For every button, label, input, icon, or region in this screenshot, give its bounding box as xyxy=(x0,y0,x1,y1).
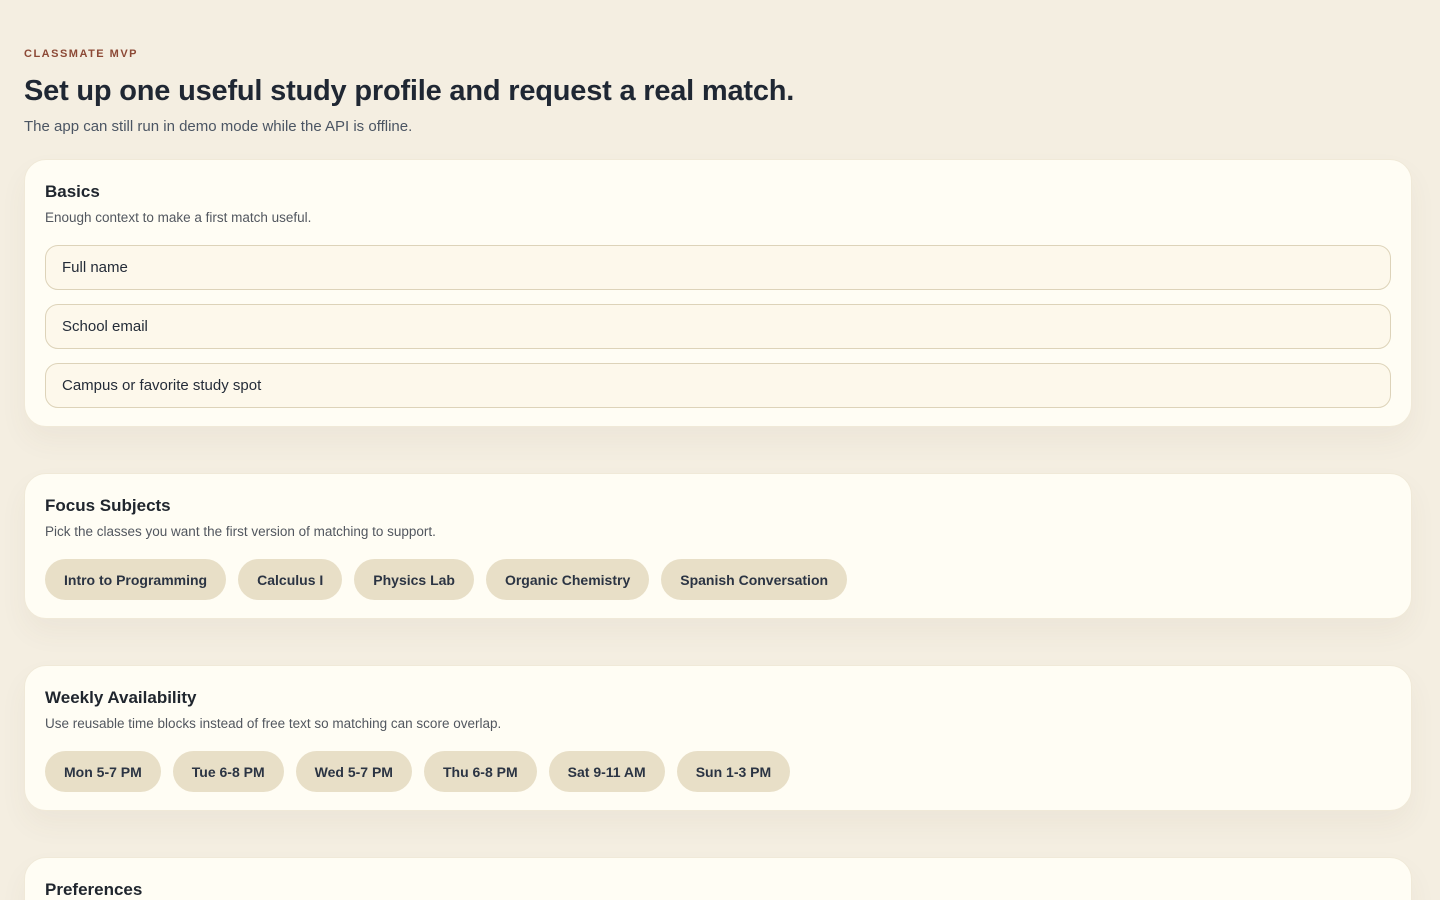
timeblock-chip-thu[interactable]: Thu 6-8 PM xyxy=(424,751,537,792)
preferences-title: Preferences xyxy=(45,880,1391,900)
subject-chip-physics-lab[interactable]: Physics Lab xyxy=(354,559,474,600)
timeblock-chip-wed[interactable]: Wed 5-7 PM xyxy=(296,751,412,792)
page-header: CLASSMATE MVP Set up one useful study pr… xyxy=(24,48,1412,135)
focus-subjects-card: Focus Subjects Pick the classes you want… xyxy=(24,473,1412,619)
eyebrow: CLASSMATE MVP xyxy=(24,48,1412,60)
focus-subjects-description: Pick the classes you want the first vers… xyxy=(45,524,1391,539)
timeblock-chip-sat[interactable]: Sat 9-11 AM xyxy=(549,751,665,792)
availability-card: Weekly Availability Use reusable time bl… xyxy=(24,665,1412,811)
full-name-input[interactable] xyxy=(45,245,1391,290)
basics-title: Basics xyxy=(45,182,1391,202)
focus-subjects-title: Focus Subjects xyxy=(45,496,1391,516)
school-email-input[interactable] xyxy=(45,304,1391,349)
basics-description: Enough context to make a first match use… xyxy=(45,210,1391,225)
subject-chip-row: Intro to Programming Calculus I Physics … xyxy=(45,559,1391,600)
timeblock-chip-mon[interactable]: Mon 5-7 PM xyxy=(45,751,161,792)
availability-title: Weekly Availability xyxy=(45,688,1391,708)
subject-chip-intro-to-programming[interactable]: Intro to Programming xyxy=(45,559,226,600)
timeblock-chip-row: Mon 5-7 PM Tue 6-8 PM Wed 5-7 PM Thu 6-8… xyxy=(45,751,1391,792)
availability-description: Use reusable time blocks instead of free… xyxy=(45,716,1391,731)
subject-chip-calculus-i[interactable]: Calculus I xyxy=(238,559,342,600)
study-spot-input[interactable] xyxy=(45,363,1391,408)
timeblock-chip-tue[interactable]: Tue 6-8 PM xyxy=(173,751,284,792)
page-subtitle: The app can still run in demo mode while… xyxy=(24,118,1412,135)
page: CLASSMATE MVP Set up one useful study pr… xyxy=(0,0,1440,900)
basics-card: Basics Enough context to make a first ma… xyxy=(24,159,1412,427)
preferences-card: Preferences Keep the first flow opiniona… xyxy=(24,857,1412,900)
timeblock-chip-sun[interactable]: Sun 1-3 PM xyxy=(677,751,790,792)
page-title: Set up one useful study profile and requ… xyxy=(24,75,1412,108)
subject-chip-spanish-conversation[interactable]: Spanish Conversation xyxy=(661,559,847,600)
subject-chip-organic-chemistry[interactable]: Organic Chemistry xyxy=(486,559,649,600)
